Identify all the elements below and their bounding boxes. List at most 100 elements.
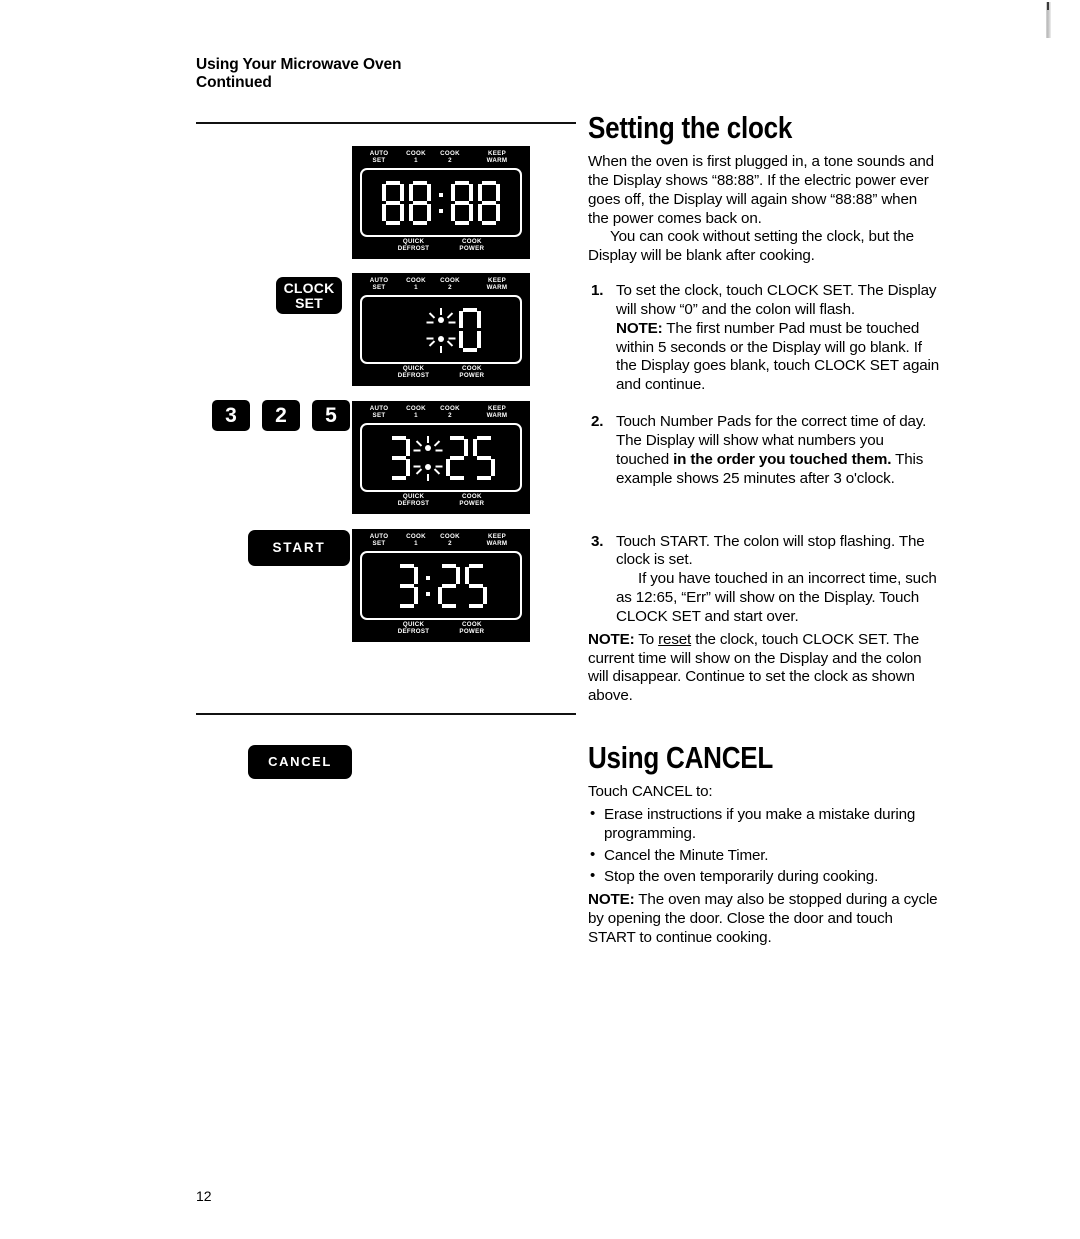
label-cook-2: COOK 2 [440,533,460,547]
label-cook-1: COOK 1 [406,277,426,291]
label-auto-set: AUTO SET [369,277,389,291]
label-keep-warm: KEEP WARM [486,150,508,164]
panel-top-labels: AUTO SET COOK 1 COOK 2 KEEP WARM [359,277,523,294]
panel-top-labels: AUTO SET COOK 1 COOK 2 KEEP WARM [359,150,523,167]
seg-digit [388,435,410,480]
seg-digit [396,563,418,608]
step-3-subtext: If you have touched in an incorrect time… [616,570,937,625]
label-keep-warm: KEEP WARM [486,405,508,419]
label-auto-set: AUTO SET [369,533,389,547]
final-note: NOTE: To reset the clock, touch CLOCK SE… [588,631,940,706]
lcd-digits-zero [362,297,520,362]
label-quick-defrost: QUICK DEFROST [397,621,430,635]
number-pad-5[interactable]: 5 [312,400,350,431]
running-head: Using Your Microwave Oven Continued [196,56,401,93]
lcd-digits-8888 [362,170,520,235]
seg-blank [401,308,423,352]
step-1-number: 1. [591,282,604,300]
step-1-note: NOTE: The first number Pad must be touch… [616,320,940,395]
label-cook-power: COOK POWER [459,238,485,252]
heading-setting-the-clock: Setting the clock [588,110,793,145]
start-button[interactable]: START [248,530,350,566]
label-quick-defrost: QUICK DEFROST [397,238,430,252]
label-cook-1: COOK 1 [406,533,426,547]
number-pad-3[interactable]: 3 [212,400,250,431]
step-2-number: 2. [591,413,604,431]
scan-edge-artifact [1046,2,1051,38]
intro-paragraph-2: You can cook without setting the clock, … [588,228,914,265]
final-note-underlined: reset [658,630,692,648]
seg-digit [382,180,404,225]
label-cook-1: COOK 1 [406,405,426,419]
intro-paragraph-1: When the oven is first plugged in, a ton… [588,153,934,227]
seg-digit [464,563,487,608]
label-keep-warm: KEEP WARM [486,533,508,547]
panel-bottom-labels: QUICK DEFROST COOK POWER [359,237,523,255]
step-1-text: To set the clock, touch CLOCK SET. The D… [616,282,937,318]
final-note-before: To [634,630,659,648]
step-2-text-bold: in the order you touched them. [673,450,892,468]
label-quick-defrost: QUICK DEFROST [397,493,430,507]
label-quick-defrost: QUICK DEFROST [397,365,430,379]
label-cook-2: COOK 2 [440,405,460,419]
page-number: 12 [196,1188,212,1204]
panel-bottom-labels: QUICK DEFROST COOK POWER [359,620,523,638]
panel-top-labels: AUTO SET COOK 1 COOK 2 KEEP WARM [359,533,523,550]
colon-steady [423,564,433,608]
seg-digit [472,435,495,480]
display-panel-8888: AUTO SET COOK 1 COOK 2 KEEP WARM QUICK D… [352,146,530,259]
seg-digit [437,563,460,608]
cancel-intro: Touch CANCEL to: [588,783,713,801]
colon-flashing-icon [426,307,456,353]
label-cook-2: COOK 2 [440,277,460,291]
lcd-digits-325-steady [362,553,520,618]
list-item: Stop the oven temporarily during cooking… [588,867,940,887]
cancel-note-label: NOTE: [588,891,635,909]
step-1: 1. To set the clock, touch CLOCK SET. Th… [588,282,940,395]
seg-digit [478,180,500,225]
step-3-number: 3. [591,532,604,550]
seg-digit [409,180,431,225]
list-item: Cancel the Minute Timer. [588,846,940,866]
label-cook-power: COOK POWER [459,621,485,635]
seg-digit [451,180,473,225]
step-1-note-text: The first number Pad must be touched wit… [616,319,940,394]
number-pad-group: 3 2 5 [212,400,350,431]
cancel-bullet-list: Erase instructions if you make a mistake… [588,805,940,887]
step-3: 3. Touch START. The colon will stop flas… [588,533,940,627]
label-cook-1: COOK 1 [406,150,426,164]
lcd-screen [360,295,522,364]
label-keep-warm: KEEP WARM [486,277,508,291]
manual-page: Using Your Microwave Oven Continued AUTO… [0,0,1080,1239]
section-divider-middle [196,713,576,715]
cancel-note: NOTE: The oven may also be stopped durin… [588,891,940,948]
display-panel-325-flashing: AUTO SET COOK 1 COOK 2 KEEP WARM QUICK D… [352,401,530,514]
lcd-digits-325-flashing [362,425,520,490]
running-head-line2: Continued [196,74,272,92]
step-3-text: Touch START. The colon will stop flashin… [616,532,925,569]
label-auto-set: AUTO SET [369,150,389,164]
number-pad-2[interactable]: 2 [262,400,300,431]
display-panel-zero: AUTO SET COOK 1 COOK 2 KEEP WARM QUICK D… [352,273,530,386]
colon-steady [436,181,446,225]
lcd-screen [360,168,522,237]
final-note-label: NOTE: [588,630,635,648]
panel-top-labels: AUTO SET COOK 1 COOK 2 KEEP WARM [359,405,523,422]
cancel-note-text: The oven may also be stopped during a cy… [588,891,938,946]
label-auto-set: AUTO SET [369,405,389,419]
label-cook-2: COOK 2 [440,150,460,164]
seg-digit [445,435,468,480]
seg-digit [459,307,481,352]
panel-bottom-labels: QUICK DEFROST COOK POWER [359,364,523,382]
section-divider-top [196,122,576,124]
label-cook-power: COOK POWER [459,493,485,507]
lcd-screen [360,551,522,620]
step-2: 2. Touch Number Pads for the correct tim… [588,413,940,488]
lcd-screen [360,423,522,492]
cancel-button[interactable]: CANCEL [248,745,352,779]
running-head-line1: Using Your Microwave Oven [196,56,402,73]
panel-bottom-labels: QUICK DEFROST COOK POWER [359,492,523,510]
display-panel-325-steady: AUTO SET COOK 1 COOK 2 KEEP WARM QUICK D… [352,529,530,642]
text-column: Setting the clock When the oven is first… [588,112,940,948]
clock-set-button[interactable]: CLOCK SET [276,277,342,314]
